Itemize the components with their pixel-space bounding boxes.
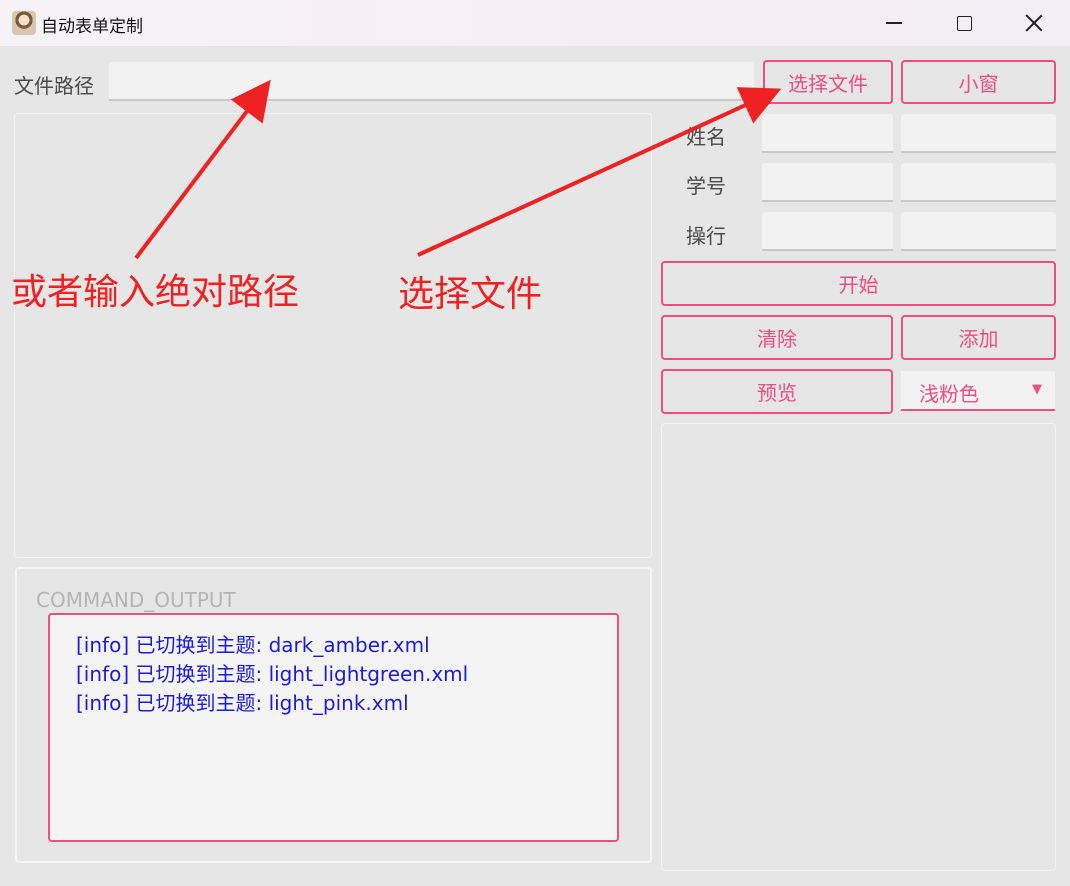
annotation-text-choose-file: 选择文件 (398, 274, 543, 315)
annotation-arrow-file (417, 87, 782, 257)
annotation-arrow-path (134, 79, 271, 260)
annotation-text-absolute-path: 或者输入绝对路径 (11, 272, 300, 313)
annotation-arrows (134, 79, 782, 260)
app-window: 自动表单定制 文件路径 选择文件 小窗 姓名 学号 操行 开始 清除 添加 预览… (0, 0, 1070, 886)
